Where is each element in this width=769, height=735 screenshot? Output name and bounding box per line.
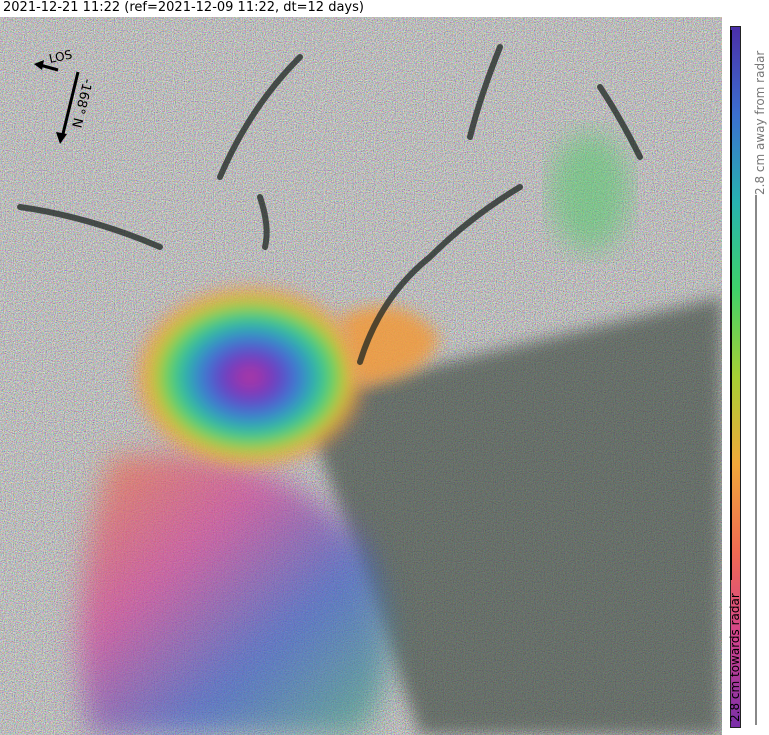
away-from-radar-label: 2.8 cm away from radar — [753, 50, 767, 195]
green-patch — [550, 132, 630, 252]
away-arrow — [755, 195, 757, 725]
colorbar-top-label: +π — [738, 30, 752, 50]
image-title: 2021-12-21 11:22 (ref=2021-12-09 11:22, … — [3, 0, 364, 15]
los-label: LOS — [48, 47, 74, 66]
heading-arrowhead-icon — [56, 132, 67, 144]
deformation-fringe — [130, 282, 370, 472]
los-compass: LOS -168° N — [34, 47, 95, 144]
towards-arrow — [730, 30, 732, 580]
towards-radar-label: 2.8 cm towards radar — [728, 593, 742, 722]
los-arrowhead-icon — [34, 60, 44, 70]
heading-label: -168° N — [68, 77, 95, 129]
